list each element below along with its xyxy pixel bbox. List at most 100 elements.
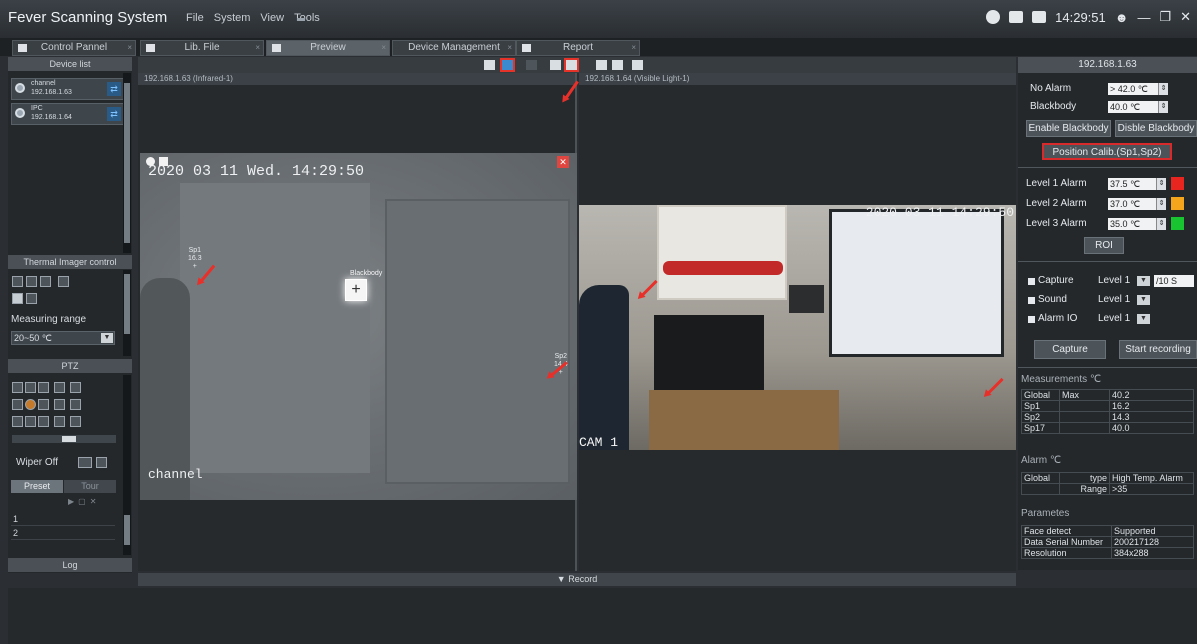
level1-color-swatch[interactable] [1171,177,1184,190]
measuring-range-select[interactable]: 20~50 ℃ ▼ [11,331,115,345]
tab-device-management[interactable]: Device Management × [392,40,516,56]
thermal-scrollbar[interactable] [123,270,131,356]
spinner-icon[interactable]: ⇕ [1158,101,1168,113]
add-spot-icon[interactable] [500,58,515,72]
tab-close-icon[interactable]: × [507,41,512,55]
iris-icon[interactable] [54,416,65,427]
menu-view[interactable]: View [260,12,284,24]
level2-input[interactable]: 37.0 ℃ ⇕ [1108,198,1166,210]
alarm-io-checkbox[interactable] [1028,316,1035,323]
tab-report[interactable]: Report × [516,40,640,56]
level2-color-swatch[interactable] [1171,197,1184,210]
level3-input[interactable]: 35.0 ℃ ⇕ [1108,218,1166,230]
thermal-btn-2[interactable] [26,276,37,287]
enable-blackbody-button[interactable]: Enable Blackbody [1026,120,1111,137]
area-icon[interactable] [526,60,537,70]
roi-button[interactable]: ROI [1084,237,1124,254]
device-list-scrollbar[interactable] [123,73,131,253]
ptz-center-button[interactable] [25,399,36,410]
chevron-down-icon[interactable]: ▼ [1137,295,1150,305]
capture-interval-input[interactable]: /10 S [1154,275,1194,287]
blackbody-input[interactable]: 40.0 ℃ ⇕ [1108,101,1168,113]
ptz-up-right-button[interactable] [38,382,49,393]
minimize-icon[interactable]: — [1137,10,1150,25]
blackbody-marker[interactable]: + [345,279,367,301]
menu-overflow-icon[interactable] [297,18,305,21]
tab-close-icon[interactable]: × [127,41,132,55]
position-calib-button[interactable]: Position Calib.(Sp1,Sp2) [1042,143,1172,160]
no-alarm-input[interactable]: > 42.0 ℃ ⇕ [1108,83,1168,95]
alarm-io-level[interactable]: Level 1 [1098,313,1130,324]
ptz-left-button[interactable] [12,399,23,410]
ptz-speed-handle[interactable] [62,436,76,442]
close-icon[interactable]: ✕ [1180,9,1191,25]
device-item-ipc[interactable]: IPC 192.168.1.64 ⇄ [11,103,124,125]
ptz-down-button[interactable] [25,416,36,427]
ptz-scrollbar[interactable] [123,375,131,555]
chevron-down-icon[interactable]: ▼ [1137,314,1150,324]
ptz-up-left-button[interactable] [12,382,23,393]
spinner-icon[interactable]: ⇕ [1158,83,1168,95]
level3-color-swatch[interactable] [1171,217,1184,230]
single-view-icon[interactable] [632,60,643,70]
ptz-up-button[interactable] [25,382,36,393]
tab-preset[interactable]: Preset [11,480,63,493]
ptz-speed-slider[interactable] [12,435,116,443]
display-icon[interactable] [1032,11,1047,23]
spinner-icon[interactable]: ⇕ [1156,198,1166,210]
fullscreen-icon[interactable] [612,60,623,70]
layout-grid-icon[interactable] [596,60,607,70]
network-icon[interactable] [1009,11,1024,23]
iris-close-icon[interactable] [70,416,81,427]
capture-button[interactable]: Capture [1034,340,1106,359]
search-icon[interactable] [550,60,561,70]
thermal-btn-3[interactable] [40,276,51,287]
focus-out-icon[interactable] [70,399,81,410]
globe-icon[interactable] [986,10,1001,24]
infrared-image[interactable]: 2020 03 11 Wed. 14:29:50 channel ✕ Sp1 16… [140,153,577,500]
spot-sp1[interactable]: Sp1 16.3 + [188,247,202,271]
zoom-in-icon[interactable] [54,382,65,393]
tab-close-icon[interactable]: × [255,41,260,55]
close-icon[interactable]: ✕ [557,156,569,168]
ptz-down-left-button[interactable] [12,416,23,427]
connect-icon[interactable]: ⇄ [107,82,121,96]
tab-close-icon[interactable]: × [631,41,636,55]
tab-preview[interactable]: Preview × [266,40,390,56]
chevron-down-icon[interactable]: ▼ [1137,276,1150,286]
connect-icon[interactable]: ⇄ [107,107,121,121]
tab-lib-file[interactable]: Lib. File × [140,40,264,56]
wiper-play-icon[interactable] [96,457,107,468]
disable-blackbody-button[interactable]: Disble Blackbody [1115,120,1197,137]
thermal-btn-5[interactable] [12,293,23,304]
sound-level[interactable]: Level 1 [1098,294,1130,305]
tab-control-pannel[interactable]: Control Pannel × [12,40,136,56]
thermal-btn-1[interactable] [12,276,23,287]
record-bar[interactable]: ▼ Record [138,573,1016,586]
preset-actions[interactable]: ▶▢✕ [68,497,100,506]
capture-level[interactable]: Level 1 [1098,275,1130,286]
focus-icon[interactable] [54,399,65,410]
sound-checkbox[interactable] [1028,297,1035,304]
ptz-right-button[interactable] [38,399,49,410]
level1-input[interactable]: 37.5 ℃ ⇕ [1108,178,1166,190]
user-icon[interactable]: ☻ [1115,10,1129,25]
menu-system[interactable]: System [214,12,251,24]
chevron-down-icon[interactable]: ▼ [101,333,113,343]
device-item-channel[interactable]: channel 192.168.1.63 ⇄ [11,78,124,100]
tab-close-icon[interactable]: × [381,41,386,55]
visible-light-image[interactable]: 2020 03 11 14:29:50 CAM 1 [579,205,1016,450]
tab-tour[interactable]: Tour [64,480,116,493]
wiper-dropdown[interactable] [78,457,92,468]
menu-file[interactable]: File [186,12,204,24]
spinner-icon[interactable]: ⇕ [1156,178,1166,190]
pointer-icon[interactable] [484,60,495,70]
spinner-icon[interactable]: ⇕ [1156,218,1166,230]
ptz-down-right-button[interactable] [38,416,49,427]
capture-checkbox[interactable] [1028,278,1035,285]
preset-row-1[interactable]: 1 [11,514,115,526]
edit-line-icon[interactable] [564,58,579,72]
preset-row-2[interactable]: 2 [11,528,115,540]
thermal-btn-4[interactable] [58,276,69,287]
thermal-btn-6[interactable] [26,293,37,304]
